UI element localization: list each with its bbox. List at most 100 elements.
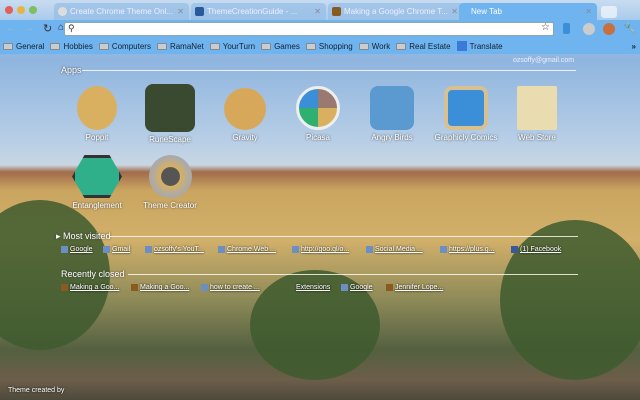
most-visited-link[interactable]: http://goo.gl/o... — [292, 246, 349, 253]
youtube-icon — [332, 7, 341, 16]
background-tree — [500, 220, 640, 380]
divider — [82, 70, 576, 71]
recently-closed-link[interactable]: Making a Goo... — [131, 284, 189, 291]
user-email[interactable]: ozsoffy@gmail.com — [513, 57, 574, 64]
globe-icon — [58, 7, 67, 16]
graphicly-icon — [444, 86, 488, 130]
bookmarks-overflow-button[interactable]: » — [632, 42, 636, 51]
picasa-icon — [296, 86, 340, 130]
tab-title: Create Chrome Theme Onl... — [70, 7, 174, 16]
bookmark-label: YourTurn — [222, 41, 256, 51]
app-web-store[interactable]: Web Store — [500, 86, 574, 142]
web-store-icon — [517, 86, 557, 130]
bookmark-folder[interactable]: Hobbies — [50, 41, 93, 51]
folder-icon — [3, 42, 13, 50]
bookmark-translate[interactable]: Translate — [456, 41, 503, 51]
gravity-icon — [224, 88, 266, 130]
recently-closed-link[interactable]: Jennifer Lope... — [386, 284, 443, 291]
forward-button[interactable]: → — [24, 22, 35, 34]
most-visited-link[interactable]: Gmail — [103, 246, 130, 253]
app-angry-birds[interactable]: Angry Birds — [355, 86, 429, 142]
recently-closed-link[interactable]: Google — [341, 284, 373, 291]
folder-icon — [261, 42, 272, 50]
runescape-icon — [145, 84, 195, 132]
bookmark-folder[interactable]: Work — [358, 41, 391, 51]
close-tab-icon[interactable]: ✕ — [314, 7, 321, 16]
folder-icon — [305, 42, 316, 50]
extension-icon[interactable] — [563, 23, 570, 34]
app-label: Graphicly Comics — [434, 133, 498, 142]
most-visited-toggle[interactable]: ▸ Most visited — [56, 231, 111, 242]
folder-icon — [98, 42, 109, 50]
omnibox[interactable]: ⚲ ☆ — [64, 22, 554, 36]
back-button[interactable]: ← — [6, 22, 17, 34]
bookmark-folder[interactable]: RamaNet — [156, 41, 204, 51]
tab[interactable]: Making a Google Chrome T... ✕ — [328, 3, 463, 20]
recently-closed-header: Recently closed — [61, 269, 125, 279]
tab-strip: Create Chrome Theme Onl... ✕ ThemeCreatio… — [0, 0, 640, 20]
bookmark-folder[interactable]: Real Estate — [396, 41, 451, 51]
tab-title: ThemeCreationGuide - ... — [207, 7, 298, 16]
most-visited-link[interactable]: https://plus.g... — [440, 246, 495, 253]
tab[interactable]: ThemeCreationGuide - ... ✕ — [191, 3, 326, 20]
app-poppit[interactable]: Poppit — [60, 86, 134, 142]
tab[interactable]: Create Chrome Theme Onl... ✕ — [54, 3, 189, 20]
folder-icon — [358, 42, 369, 50]
extension-icon[interactable] — [583, 23, 595, 35]
most-visited-link[interactable]: (1) Facebook — [511, 246, 561, 253]
bookmark-folder[interactable]: Shopping — [305, 41, 353, 51]
bookmark-folder[interactable]: YourTurn — [209, 41, 256, 51]
app-theme-creator[interactable]: Theme Creator — [133, 155, 207, 210]
app-label: Web Store — [518, 133, 556, 142]
wrench-icon[interactable]: 🔧 — [623, 22, 637, 35]
app-gravity[interactable]: Gravity — [208, 86, 282, 142]
app-entanglement[interactable]: Entanglement — [60, 155, 134, 210]
close-window-button[interactable] — [5, 6, 13, 14]
bookmark-label: Shopping — [318, 41, 353, 51]
translate-icon — [456, 41, 467, 51]
app-label: Entanglement — [72, 201, 122, 210]
extension-icon[interactable] — [603, 23, 615, 35]
close-tab-icon[interactable]: ✕ — [177, 7, 184, 16]
most-visited-header: Most visited — [63, 231, 111, 241]
app-runescape[interactable]: RuneScape — [133, 84, 207, 144]
bookmark-folder[interactable]: Games — [261, 42, 300, 51]
most-visited-link[interactable]: ozsoffy's YouT... — [145, 246, 204, 253]
app-label: Angry Birds — [371, 133, 413, 142]
recently-closed-link[interactable]: Making a Goo... — [61, 284, 119, 291]
folder-icon — [209, 42, 220, 50]
most-visited-link[interactable]: Google — [61, 246, 93, 253]
tab-new-tab[interactable]: New Tab ✕ — [459, 3, 597, 20]
zoom-window-button[interactable] — [29, 6, 37, 14]
bookmark-label: RamaNet — [169, 41, 204, 51]
folder-icon — [50, 42, 61, 50]
reload-button[interactable]: ↻ — [43, 22, 52, 35]
entanglement-icon — [72, 155, 122, 198]
app-label: Picasa — [305, 133, 330, 142]
app-picasa[interactable]: Picasa — [281, 86, 355, 142]
bookmark-folder[interactable]: Computers — [98, 41, 151, 51]
bookmark-label: Real Estate — [409, 41, 451, 51]
close-tab-icon[interactable]: ✕ — [451, 7, 458, 16]
folder-icon — [156, 42, 167, 50]
close-tab-icon[interactable]: ✕ — [585, 7, 592, 16]
app-label: Poppit — [85, 133, 109, 142]
divider — [128, 274, 578, 275]
poppit-icon — [77, 86, 117, 130]
recently-closed-link[interactable]: Extensions — [296, 284, 330, 291]
recently-closed-link[interactable]: how to create ... — [201, 284, 260, 291]
star-icon[interactable]: ☆ — [541, 22, 550, 33]
minimize-window-button[interactable] — [17, 6, 25, 14]
bookmark-label: Computers — [111, 41, 151, 51]
app-graphicly-comics[interactable]: Graphicly Comics — [429, 86, 503, 142]
angry-birds-icon — [370, 86, 414, 130]
app-label: Theme Creator — [143, 201, 197, 210]
most-visited-link[interactable]: Chrome Web ... — [218, 246, 276, 253]
bookmark-folder[interactable]: General — [3, 42, 44, 51]
bookmark-label: Work — [371, 41, 391, 51]
bookmark-label: Hobbies — [63, 41, 93, 51]
most-visited-link[interactable]: Social Media ... — [366, 246, 423, 253]
bookmark-label: Games — [274, 41, 300, 51]
new-tab-button[interactable] — [601, 6, 617, 18]
theme-creator-icon — [148, 155, 192, 198]
